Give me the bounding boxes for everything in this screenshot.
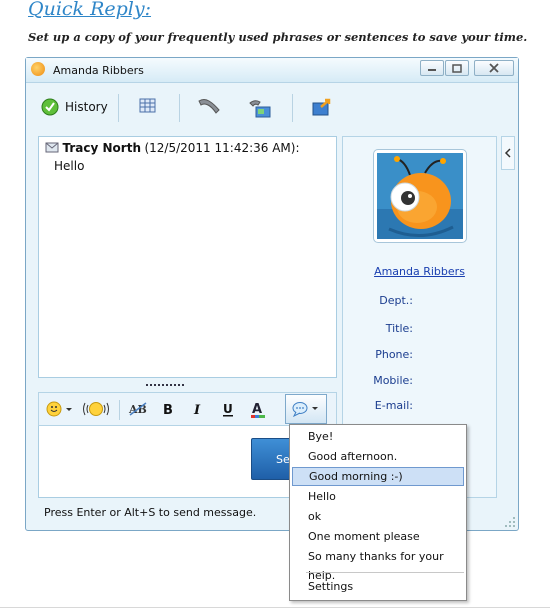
whiteboard-button[interactable] xyxy=(139,97,157,115)
dept-label: Dept.: xyxy=(379,294,413,307)
menu-separator xyxy=(306,572,464,573)
underline-button[interactable]: U xyxy=(217,400,239,418)
send-file-icon xyxy=(312,98,331,116)
bold-button[interactable]: B xyxy=(157,400,179,418)
resize-grip-icon xyxy=(505,517,515,527)
video-phone-icon xyxy=(249,100,271,118)
toolbar-separator xyxy=(292,94,293,122)
resize-grip[interactable] xyxy=(504,516,516,531)
speech-bubble-icon xyxy=(292,402,318,417)
message-timestamp: (12/5/2011 11:42:36 AM): xyxy=(144,141,300,155)
italic-icon: I xyxy=(193,403,201,416)
splitter-handle[interactable] xyxy=(146,384,186,386)
page-subheading: Set up a copy of your frequently used ph… xyxy=(28,30,528,44)
quick-reply-item[interactable]: Hello xyxy=(292,487,464,506)
font-button[interactable]: AB xyxy=(127,400,149,418)
quick-reply-item[interactable]: Good afternoon. xyxy=(292,447,464,466)
font-color-button[interactable]: A xyxy=(247,400,269,418)
send-file-button[interactable] xyxy=(311,97,333,117)
bold-icon: B xyxy=(163,403,173,416)
close-button[interactable] xyxy=(474,60,514,76)
toolbar-separator xyxy=(179,94,180,122)
email-label: E-mail: xyxy=(374,399,413,412)
history-icon xyxy=(41,98,59,116)
grid-icon xyxy=(139,98,156,113)
format-separator xyxy=(119,400,120,420)
message-icon xyxy=(45,142,59,153)
phone-icon xyxy=(198,99,220,114)
maximize-icon xyxy=(452,63,462,73)
page-heading: Quick Reply: xyxy=(28,0,152,20)
minimize-icon xyxy=(428,69,436,71)
maximize-button[interactable] xyxy=(445,60,469,76)
quick-reply-item-selected[interactable]: Good morning :-) xyxy=(292,467,464,486)
nudge-button[interactable] xyxy=(81,400,111,418)
quick-reply-menu: Bye! Good afternoon. Good morning :-) He… xyxy=(289,424,467,601)
status-text: Press Enter or Alt+S to send message. xyxy=(44,506,257,519)
chevron-left-icon xyxy=(504,148,511,158)
toolbar-separator xyxy=(118,94,119,122)
title-label: Title: xyxy=(385,322,413,335)
phone-label: Phone: xyxy=(375,348,413,361)
video-call-button[interactable] xyxy=(248,97,272,119)
window-title: Amanda Ribbers xyxy=(53,64,144,77)
quick-reply-item[interactable]: So many thanks for your help. xyxy=(292,547,464,582)
quick-reply-button[interactable] xyxy=(285,394,327,424)
page-divider xyxy=(0,607,550,608)
collapse-panel-button[interactable] xyxy=(501,136,515,170)
underline-icon: U xyxy=(223,402,233,417)
font-icon: AB xyxy=(128,402,147,416)
quick-reply-item[interactable]: ok xyxy=(292,507,464,526)
emoticon-button[interactable] xyxy=(45,400,75,418)
minimize-button[interactable] xyxy=(420,60,444,76)
italic-button[interactable]: I xyxy=(187,400,209,418)
svg-text:A: A xyxy=(252,402,262,417)
history-label: History xyxy=(65,100,108,114)
quick-reply-item[interactable]: One moment please xyxy=(292,527,464,546)
chat-history[interactable]: Tracy North (12/5/2011 11:42:36 AM): Hel… xyxy=(38,136,337,378)
history-button[interactable]: History xyxy=(40,97,108,117)
app-icon xyxy=(31,62,45,76)
svg-text:U: U xyxy=(223,402,233,416)
svg-text:I: I xyxy=(193,403,201,416)
avatar xyxy=(377,153,463,239)
font-color-icon: A xyxy=(251,402,265,418)
title-bar: Amanda Ribbers xyxy=(26,58,518,83)
toolbar: History xyxy=(26,83,518,133)
quick-reply-item[interactable]: Bye! xyxy=(292,427,464,446)
close-icon xyxy=(489,63,499,73)
quick-reply-settings[interactable]: Settings xyxy=(292,577,464,596)
avatar-frame xyxy=(373,149,467,243)
nudge-icon xyxy=(83,402,109,416)
contact-name-link[interactable]: Amanda Ribbers xyxy=(343,265,496,278)
message-header: Tracy North (12/5/2011 11:42:36 AM): xyxy=(45,141,300,155)
message-text: Hello xyxy=(54,159,85,173)
mobile-label: Mobile: xyxy=(373,374,413,387)
message-sender: Tracy North xyxy=(62,141,141,155)
smiley-icon xyxy=(46,401,72,417)
svg-text:B: B xyxy=(163,403,173,416)
call-button[interactable] xyxy=(196,97,222,115)
format-toolbar: AB B I U A xyxy=(38,392,337,426)
